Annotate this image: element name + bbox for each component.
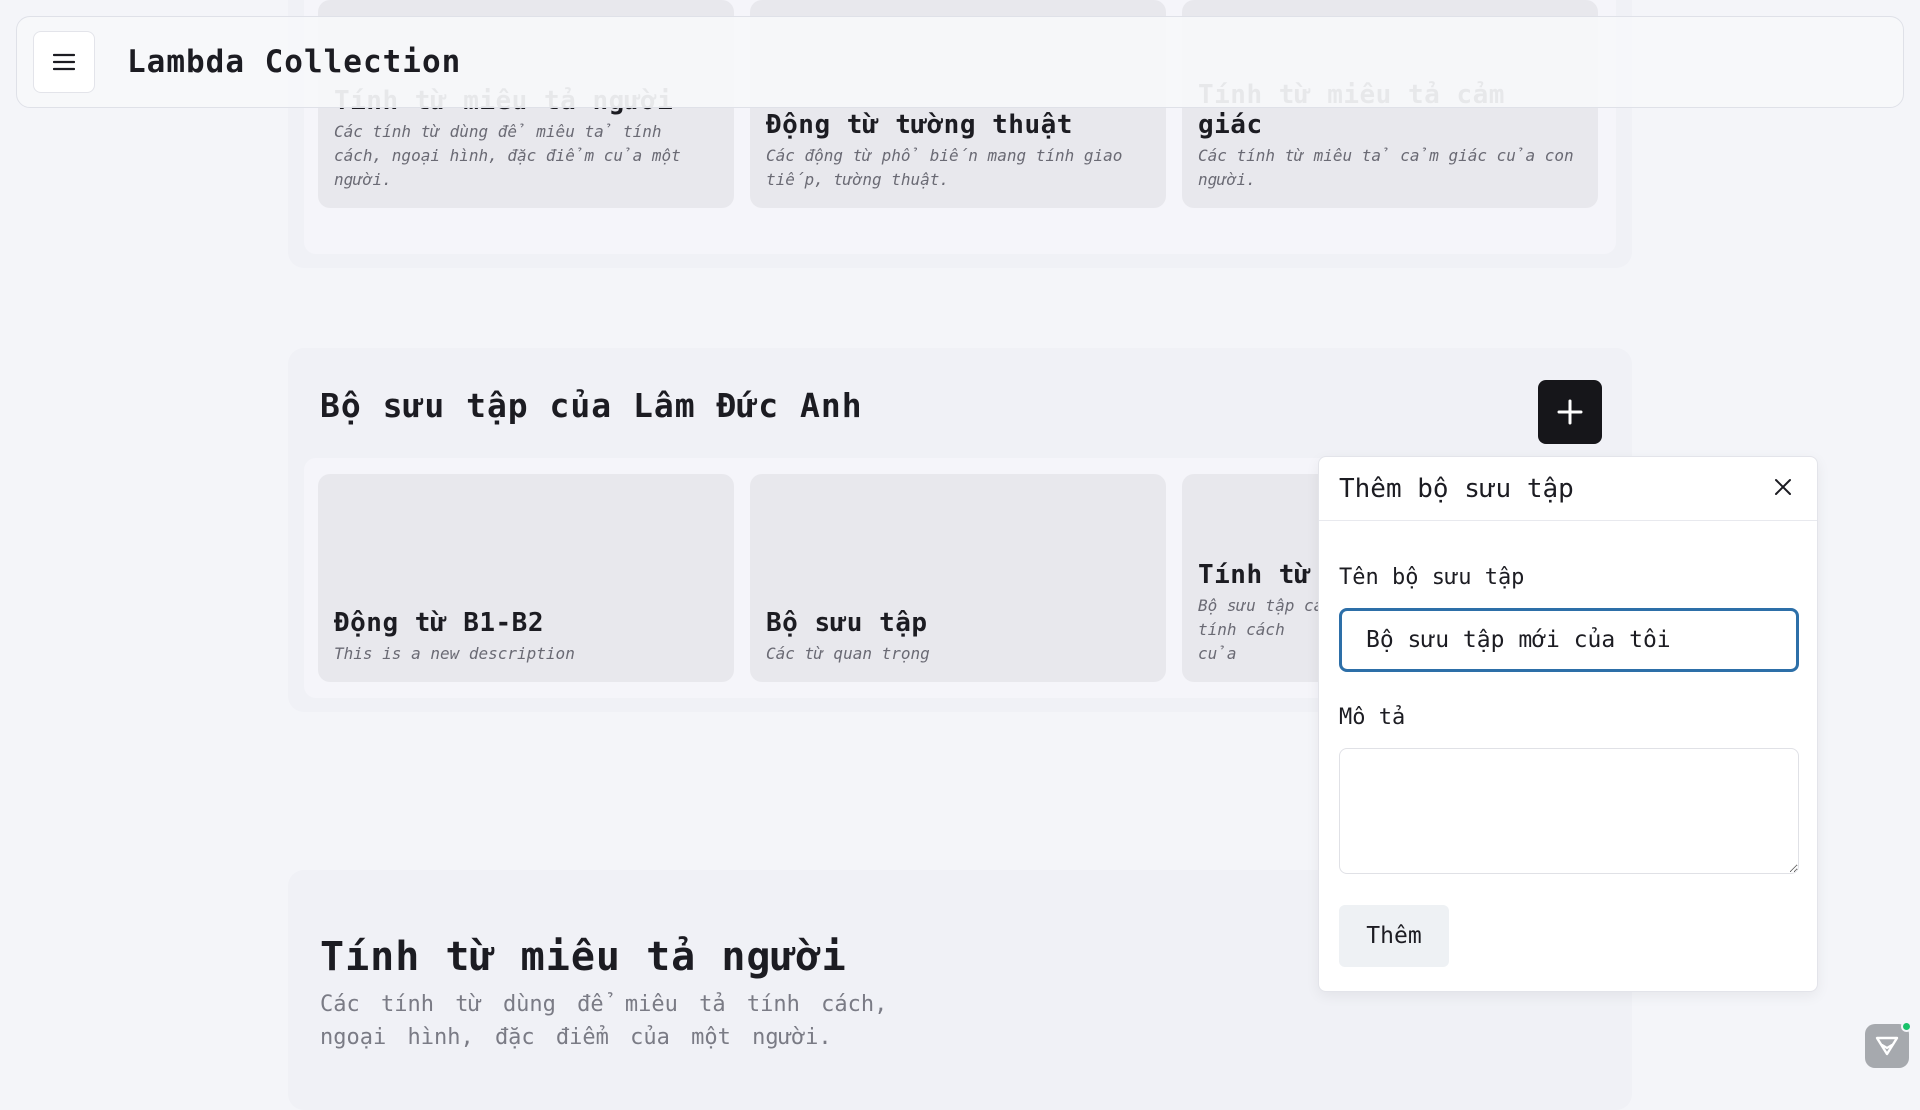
add-collection-button[interactable] bbox=[1538, 380, 1602, 444]
app-header: Lambda Collection bbox=[16, 16, 1904, 108]
collection-card[interactable]: Động từ B1-B2 This is a new description bbox=[318, 474, 734, 682]
collection-detail-desc: Các tính từ dùng để miêu tả tính cách, n… bbox=[320, 992, 888, 1050]
chat-widget-button[interactable] bbox=[1865, 1021, 1912, 1068]
collection-card-desc: Các tính từ miêu tả cảm giác của con ngư… bbox=[1198, 146, 1574, 189]
popover-header: Thêm bộ sưu tập bbox=[1319, 457, 1817, 521]
plus-icon bbox=[1557, 399, 1583, 425]
collection-card-desc: Các động từ phổ biến mang tính giao tiếp… bbox=[766, 146, 1123, 189]
collection-card-desc: This is a new description bbox=[334, 644, 575, 663]
collection-name-input[interactable] bbox=[1339, 608, 1799, 672]
collection-card-title: Động từ B1-B2 bbox=[334, 608, 544, 638]
collection-desc-label: Mô tả bbox=[1339, 705, 1406, 730]
collection-desc-input[interactable] bbox=[1339, 748, 1799, 874]
menu-button[interactable] bbox=[33, 31, 95, 93]
add-collection-popover: Thêm bộ sưu tập Tên bộ sưu tập Mô tả Thê… bbox=[1318, 456, 1818, 992]
chat-widget-icon bbox=[1875, 1036, 1899, 1056]
collection-card-desc: Bộ sưu tập cá tính cách của bbox=[1198, 596, 1324, 663]
section-heading: Bộ sưu tập của Lâm Đức Anh bbox=[320, 386, 863, 425]
collection-card-title: Bộ sưu tập bbox=[766, 608, 928, 638]
collection-card-desc: Các từ quan trọng bbox=[766, 644, 930, 663]
close-button[interactable] bbox=[1767, 471, 1799, 503]
popover-title: Thêm bộ sưu tập bbox=[1339, 473, 1574, 504]
close-icon bbox=[1775, 479, 1791, 495]
add-submit-button[interactable]: Thêm bbox=[1339, 905, 1449, 967]
collection-card[interactable]: Bộ sưu tập Các từ quan trọng bbox=[750, 474, 1166, 682]
app-title: Lambda Collection bbox=[127, 44, 462, 80]
online-status-dot bbox=[1901, 1021, 1912, 1032]
collection-card-title: Động từ tường thuật bbox=[766, 110, 1073, 140]
collection-card-desc: Các tính từ dùng để miêu tả tính cách, n… bbox=[334, 122, 681, 189]
collection-detail-title: Tính từ miêu tả người bbox=[320, 934, 847, 980]
collection-name-label: Tên bộ sưu tập bbox=[1339, 565, 1525, 590]
menu-icon bbox=[53, 53, 75, 71]
